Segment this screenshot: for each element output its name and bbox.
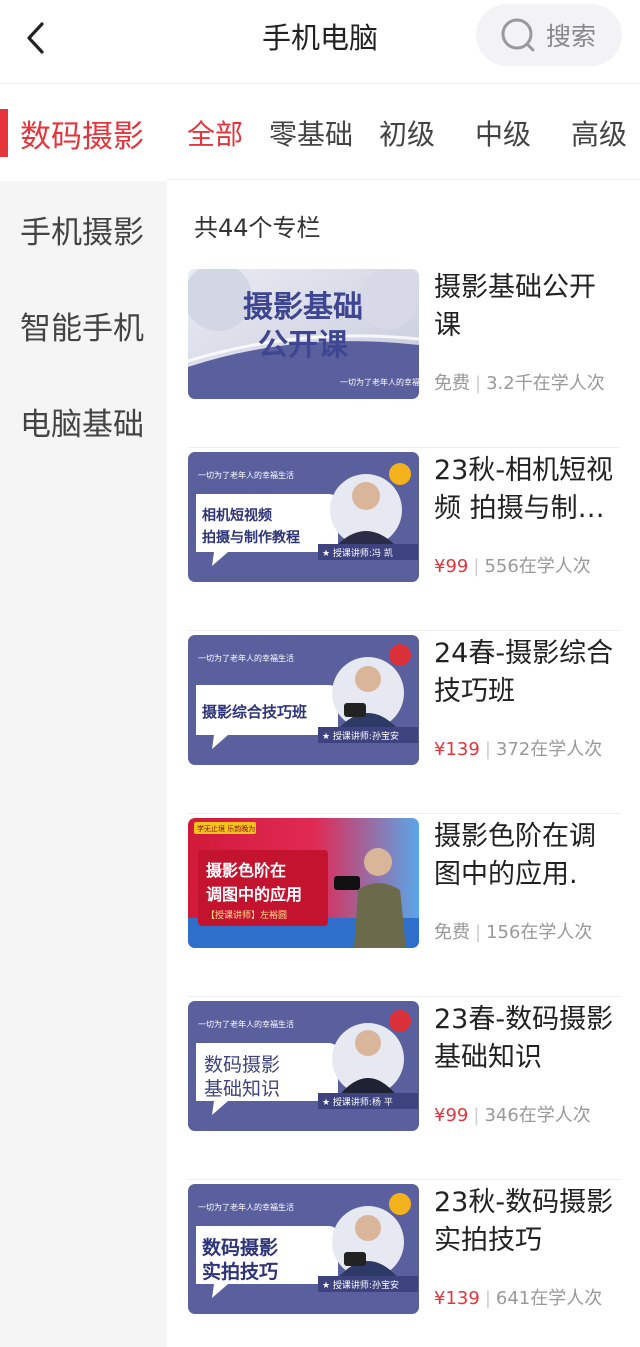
svg-text:【授课讲师】左裕圆: 【授课讲师】左裕圆 [206, 909, 287, 921]
course-meta: ¥99 | 556在学人次 [434, 556, 591, 577]
level-filter-tabs: 全部 零基础 初级 中级 高级 [167, 85, 640, 180]
course-list: 摄影基础 公开课 一切为了老年人的幸福生活 摄影基础公开课 免费|3.2千在学人… [188, 265, 620, 1347]
svg-text:★ 授课讲师:孙宝安: ★ 授课讲师:孙宝安 [322, 1279, 399, 1291]
chevron-left-icon [27, 22, 44, 54]
course-thumbnail: 一切为了老年人的幸福生活 相机短视频 拍摄与制作教程 ★ 授课讲师:冯 凯 [188, 452, 419, 582]
back-button[interactable] [16, 18, 56, 58]
course-meta: ¥139 | 641在学人次 [434, 1288, 603, 1309]
course-meta: 免费 | 3.2千在学人次 [434, 373, 605, 394]
svg-text:★ 授课讲师:杨 平: ★ 授课讲师:杨 平 [322, 1096, 393, 1108]
svg-text:数码摄影: 数码摄影 [202, 1236, 278, 1259]
course-thumbnail: 学无止境 乐韵晚为 摄影色阶在 调图中的应用 【授课讲师】左裕圆 [188, 818, 419, 948]
course-meta: ¥139 | 372在学人次 [434, 739, 603, 760]
sidebar-item-digital-photography[interactable]: 数码摄影 [0, 85, 167, 181]
svg-text:摄影基础: 摄影基础 [243, 290, 363, 325]
tab-intermediate[interactable]: 中级 [475, 113, 531, 153]
search-button[interactable]: 搜索 [476, 4, 622, 66]
course-item[interactable]: 一切为了老年人的幸福生活 数码摄影 实拍技巧 ★ 授课讲师:孙宝安 23秋-数码… [188, 1180, 620, 1347]
svg-text:一切为了老年人的幸福生活: 一切为了老年人的幸福生活 [198, 1019, 294, 1029]
tab-all[interactable]: 全部 [187, 113, 243, 153]
course-learners: 346在学人次 [484, 1105, 591, 1126]
svg-text:一切为了老年人的幸福生活: 一切为了老年人的幸福生活 [340, 377, 419, 387]
course-meta: ¥99 | 346在学人次 [434, 1105, 591, 1126]
course-price: ¥139 [434, 739, 480, 760]
svg-text:摄影色阶在: 摄影色阶在 [206, 861, 286, 880]
course-thumbnail: 一切为了老年人的幸福生活 数码摄影 实拍技巧 ★ 授课讲师:孙宝安 [188, 1184, 419, 1314]
course-item[interactable]: 摄影基础 公开课 一切为了老年人的幸福生活 摄影基础公开课 免费|3.2千在学人… [188, 265, 620, 448]
search-icon [501, 18, 535, 52]
sidebar-item-smartphone[interactable]: 智能手机 [0, 277, 167, 373]
svg-text:公开课: 公开课 [258, 328, 349, 363]
svg-text:实拍技巧: 实拍技巧 [202, 1260, 278, 1283]
course-learners: 641在学人次 [495, 1288, 603, 1309]
course-learners: 556在学人次 [484, 556, 591, 577]
svg-text:摄影综合技巧班: 摄影综合技巧班 [202, 703, 307, 721]
course-price: ¥99 [434, 1105, 469, 1126]
course-meta: 免费 | 156在学人次 [434, 922, 593, 943]
sidebar-item-label: 电脑基础 [20, 406, 144, 443]
course-title: 24春-摄影综合技巧班 [434, 638, 614, 707]
svg-text:调图中的应用: 调图中的应用 [206, 885, 302, 904]
tab-advanced[interactable]: 高级 [571, 113, 627, 153]
course-price: 免费 [434, 373, 470, 394]
course-title: 摄影基础公开课 [434, 272, 596, 341]
course-thumbnail: 一切为了老年人的幸福生活 摄影综合技巧班 ★ 授课讲师:孙宝安 [188, 635, 419, 765]
svg-text:拍摄与制作教程: 拍摄与制作教程 [202, 529, 300, 546]
course-count: 共44个专栏 [194, 214, 321, 242]
svg-text:相机短视频: 相机短视频 [202, 507, 272, 524]
svg-text:一切为了老年人的幸福生活: 一切为了老年人的幸福生活 [198, 653, 294, 663]
course-title: 23秋-数码摄影实拍技巧 [434, 1187, 614, 1256]
svg-text:学无止境 乐韵晚为: 学无止境 乐韵晚为 [197, 824, 255, 833]
svg-text:★ 授课讲师:孙宝安: ★ 授课讲师:孙宝安 [322, 730, 399, 742]
sidebar-item-phone-photography[interactable]: 手机摄影 [0, 181, 167, 277]
course-price: 免费 [434, 922, 470, 943]
sidebar-item-computer-basics[interactable]: 电脑基础 [0, 373, 167, 469]
course-item[interactable]: 学无止境 乐韵晚为 摄影色阶在 调图中的应用 【授课讲师】左裕圆 摄影色阶在调图… [188, 814, 620, 997]
course-learners: 156在学人次 [486, 922, 593, 943]
course-title: 摄影色阶在调图中的应用. [434, 821, 596, 890]
sidebar-item-label: 数码摄影 [20, 118, 144, 155]
svg-text:基础知识: 基础知识 [204, 1078, 280, 1100]
course-item[interactable]: 一切为了老年人的幸福生活 数码摄影 基础知识 ★ 授课讲师:杨 平 23春-数码… [188, 997, 620, 1180]
course-price: ¥139 [434, 1288, 480, 1309]
course-thumbnail: 摄影基础 公开课 一切为了老年人的幸福生活 [188, 269, 419, 399]
category-sidebar: 数码摄影 手机摄影 智能手机 电脑基础 [0, 85, 167, 1347]
course-learners: 3.2千在学人次 [486, 373, 605, 394]
course-title: 23秋-相机短视频 拍摄与制作教程 [434, 455, 614, 524]
sidebar-item-label: 智能手机 [20, 310, 144, 347]
course-item[interactable]: 一切为了老年人的幸福生活 摄影综合技巧班 ★ 授课讲师:孙宝安 24春-摄影综合… [188, 631, 620, 814]
sidebar-item-label: 手机摄影 [20, 214, 144, 251]
course-title: 23春-数码摄影基础知识 [434, 1004, 614, 1073]
top-bar: 手机电脑 搜索 [0, 0, 640, 84]
tab-elementary[interactable]: 初级 [379, 113, 435, 153]
svg-text:一切为了老年人的幸福生活: 一切为了老年人的幸福生活 [198, 470, 294, 480]
svg-text:★ 授课讲师:冯 凯: ★ 授课讲师:冯 凯 [322, 547, 393, 559]
tab-beginner-zero[interactable]: 零基础 [269, 113, 353, 153]
search-label: 搜索 [546, 22, 597, 51]
svg-text:一切为了老年人的幸福生活: 一切为了老年人的幸福生活 [198, 1202, 294, 1212]
course-thumbnail: 一切为了老年人的幸福生活 数码摄影 基础知识 ★ 授课讲师:杨 平 [188, 1001, 419, 1131]
course-price: ¥99 [434, 556, 469, 577]
course-learners: 372在学人次 [495, 739, 603, 760]
svg-text:数码摄影: 数码摄影 [204, 1054, 280, 1076]
course-item[interactable]: 一切为了老年人的幸福生活 相机短视频 拍摄与制作教程 ★ 授课讲师:冯 凯 23… [188, 448, 620, 631]
